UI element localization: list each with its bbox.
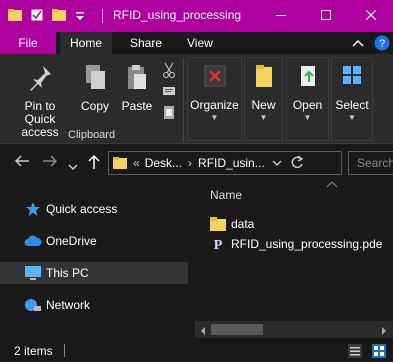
status-separator: [64, 344, 65, 357]
file-list: Name data P RFID_using_processing.pde: [195, 181, 393, 337]
paste-icon: [124, 64, 150, 95]
title-separator: [102, 9, 103, 23]
paste-button[interactable]: Paste: [119, 64, 155, 113]
star-icon: [24, 201, 42, 217]
customize-qat-icon[interactable]: [74, 10, 86, 25]
select-button[interactable]: Select ▼: [332, 64, 372, 122]
back-arrow-icon[interactable]: [14, 154, 30, 173]
chevron-down-icon: ▼: [303, 113, 312, 122]
chevron-down-icon: ▼: [259, 113, 268, 122]
scrollbar-thumb[interactable]: [211, 324, 263, 335]
open-button[interactable]: Open ▼: [287, 64, 328, 122]
nav-item-label: This PC: [46, 266, 89, 280]
pin-quick-access-button[interactable]: Pin to Quick access: [6, 64, 74, 139]
tab-view[interactable]: View: [177, 32, 223, 54]
chevron-up-icon: [326, 178, 338, 192]
nav-item-label: Network: [46, 298, 91, 312]
maximize-icon: [320, 9, 331, 23]
list-item[interactable]: data: [210, 214, 254, 234]
tab-file[interactable]: File: [0, 32, 56, 54]
close-button[interactable]: [348, 0, 393, 32]
svg-text:?: ?: [379, 38, 385, 50]
status-bar: 2 items: [0, 339, 393, 362]
monitor-icon: [24, 265, 42, 281]
pin-icon: [27, 64, 53, 95]
nav-item-this-pc[interactable]: This PC: [0, 262, 188, 284]
list-item[interactable]: P RFID_using_processing.pde: [210, 234, 383, 254]
clipboard-group-label: Clipboard: [68, 129, 116, 141]
up-arrow-icon[interactable]: [88, 154, 100, 175]
new-button[interactable]: New ▼: [245, 64, 282, 122]
breadcrumb-overflow[interactable]: «: [133, 156, 140, 170]
scroll-left-icon[interactable]: [199, 325, 207, 339]
folder-icon: [113, 156, 127, 170]
organize-button[interactable]: Organize ▼: [188, 64, 241, 122]
nav-item-network[interactable]: Network: [0, 294, 188, 316]
ribbon-home: Pin to Quick access Copy Paste Clipboard…: [0, 54, 393, 144]
recent-locations-icon[interactable]: [68, 158, 78, 176]
title-bar: RFID_using_processing: [0, 0, 393, 32]
paste-shortcut-icon[interactable]: [162, 104, 176, 123]
svg-text:P: P: [214, 238, 223, 252]
search-input[interactable]: Search: [348, 151, 393, 175]
column-header-name[interactable]: Name: [210, 188, 242, 202]
chevron-down-icon: ▼: [348, 113, 356, 122]
copy-path-icon[interactable]: [162, 84, 176, 101]
breadcrumb-chevron-icon: ›: [188, 156, 193, 170]
nav-item-quick-access[interactable]: Quick access: [0, 198, 188, 220]
file-name: data: [231, 217, 255, 231]
forward-arrow-icon[interactable]: [42, 154, 58, 173]
help-icon[interactable]: ?: [374, 35, 390, 54]
collapse-ribbon-icon[interactable]: [352, 37, 364, 51]
properties-icon[interactable]: [30, 8, 44, 25]
tab-home[interactable]: Home: [60, 32, 113, 54]
processing-file-icon: P: [210, 236, 226, 252]
chevron-down-icon: ▼: [210, 113, 219, 122]
details-view-icon[interactable]: [348, 344, 362, 361]
open-icon: [297, 64, 319, 91]
cut-icon[interactable]: [162, 62, 176, 81]
address-bar[interactable]: « Desk... › RFID_usin...: [108, 151, 342, 175]
nav-item-label: Quick access: [46, 202, 118, 216]
new-folder-icon: [253, 64, 275, 91]
scroll-right-icon[interactable]: [380, 325, 388, 339]
close-icon: [365, 9, 376, 23]
nav-item-label: OneDrive: [46, 234, 97, 248]
file-name: RFID_using_processing.pde: [231, 237, 383, 251]
copy-icon: [82, 64, 108, 95]
window-title: RFID_using_processing: [113, 8, 242, 22]
breadcrumb-desktop[interactable]: Desk...: [145, 156, 182, 170]
copy-button[interactable]: Copy: [77, 64, 113, 113]
select-all-icon: [341, 64, 363, 91]
breadcrumb-rfid-folder[interactable]: RFID_usin...: [198, 156, 265, 170]
minimize-icon: [275, 9, 286, 23]
chevron-down-icon[interactable]: [272, 156, 282, 170]
minimize-button[interactable]: [258, 0, 303, 32]
maximize-button[interactable]: [303, 0, 348, 32]
new-folder-icon[interactable]: [52, 8, 66, 25]
ribbon-separator: [183, 58, 184, 142]
folder-icon: [210, 216, 226, 232]
navigation-bar: « Desk... › RFID_usin... Search: [0, 144, 393, 182]
cloud-icon: [24, 233, 42, 249]
refresh-icon[interactable]: [290, 154, 304, 172]
nav-item-onedrive[interactable]: OneDrive: [0, 230, 188, 252]
horizontal-scrollbar[interactable]: [195, 321, 393, 338]
folder-icon: [8, 8, 22, 25]
tab-share[interactable]: Share: [120, 32, 173, 54]
network-icon: [24, 297, 42, 313]
item-count: 2 items: [14, 344, 53, 358]
ribbon-tab-bar: File Home Share View ?: [0, 32, 393, 54]
organize-icon: [203, 64, 227, 91]
large-icons-view-icon[interactable]: [372, 344, 386, 361]
navigation-pane: Quick access OneDrive This PC Network: [0, 182, 195, 337]
